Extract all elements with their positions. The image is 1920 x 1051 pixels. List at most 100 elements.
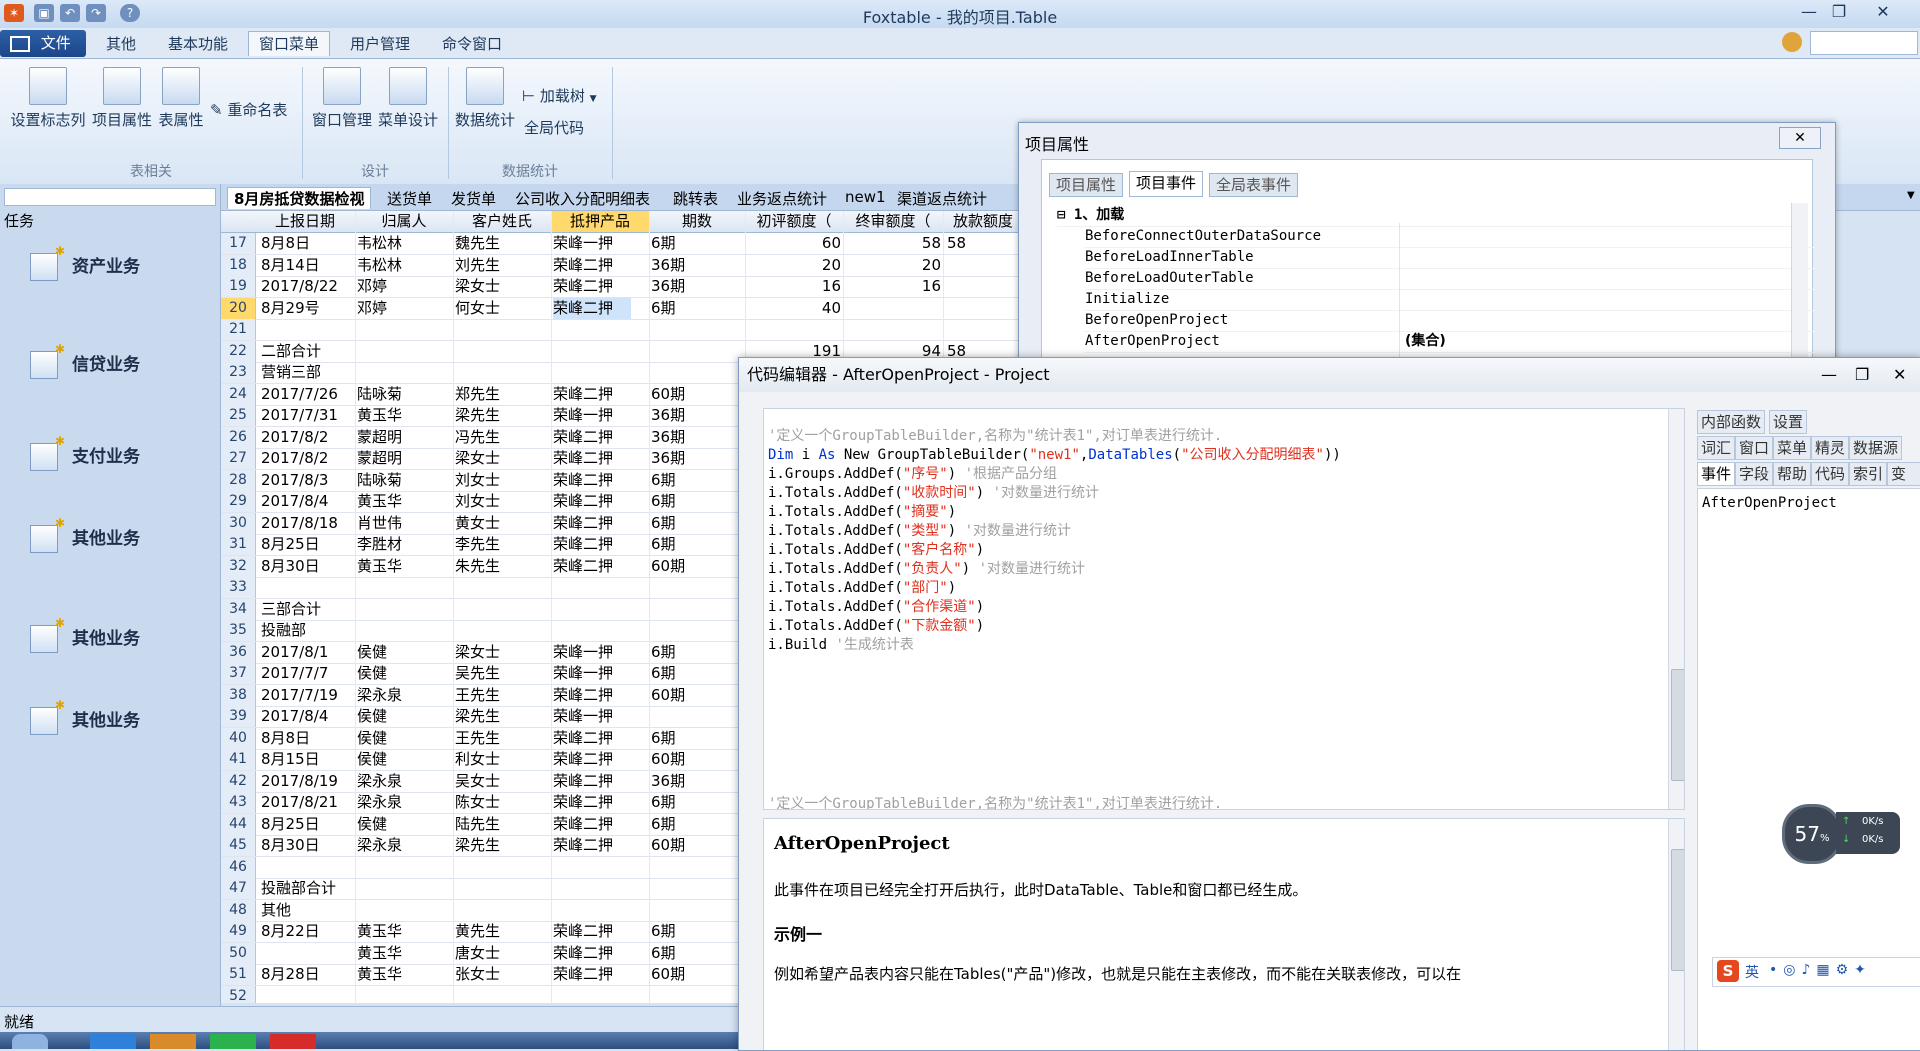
row-number[interactable]: 43 bbox=[221, 792, 256, 813]
table-row[interactable]: 21 bbox=[221, 319, 1021, 341]
table-cell[interactable]: 60期 bbox=[651, 749, 685, 770]
table-cell[interactable]: 6期 bbox=[651, 470, 676, 491]
table-cell[interactable]: 荣峰二押 bbox=[553, 297, 631, 319]
row-number[interactable]: 51 bbox=[221, 964, 256, 985]
table-cell[interactable]: 8月15日 bbox=[261, 749, 320, 770]
table-cell[interactable]: 梁先生 bbox=[455, 405, 500, 426]
table-cell[interactable]: 2017/8/2 bbox=[261, 427, 328, 448]
file-menu-button[interactable]: 文件 ▼ bbox=[0, 30, 86, 78]
table-cell[interactable]: 邓婷 bbox=[357, 298, 387, 319]
row-number[interactable]: 18 bbox=[221, 254, 256, 276]
table-cell[interactable]: 2017/8/18 bbox=[261, 513, 338, 534]
table-cell[interactable]: 侯健 bbox=[357, 706, 387, 727]
table-cell[interactable]: 荣峰二押 bbox=[553, 448, 613, 469]
table-cell[interactable]: 陈女士 bbox=[455, 792, 500, 813]
table-cell[interactable]: 荣峰一押 bbox=[553, 233, 613, 254]
tab-project-events[interactable]: 项目事件 bbox=[1129, 171, 1204, 197]
table-cell[interactable]: 40 bbox=[747, 298, 841, 319]
table-cell[interactable]: 黄玉华 bbox=[357, 943, 402, 964]
table-cell[interactable]: 荣峰二押 bbox=[553, 792, 613, 813]
row-number[interactable]: 31 bbox=[221, 534, 256, 555]
taskbar-app[interactable] bbox=[270, 1034, 316, 1049]
start-button[interactable] bbox=[12, 1034, 48, 1049]
row-number[interactable]: 41 bbox=[221, 749, 256, 770]
table-cell[interactable]: 6期 bbox=[651, 921, 676, 942]
event-row[interactable]: BeforeLoadOuterTable bbox=[1085, 268, 1815, 290]
table-cell[interactable]: 邓婷 bbox=[357, 276, 387, 297]
table-cell[interactable]: 6期 bbox=[651, 642, 676, 663]
tab-command[interactable]: 命令窗口 bbox=[432, 32, 512, 56]
table-cell[interactable]: 黄女士 bbox=[455, 513, 500, 534]
table-cell[interactable]: 梁先生 bbox=[455, 835, 500, 856]
table-cell[interactable]: 2017/7/7 bbox=[261, 663, 328, 684]
table-cell[interactable]: 朱先生 bbox=[455, 556, 500, 577]
table-cell[interactable]: 其他 bbox=[261, 900, 291, 921]
tab-global-table-events[interactable]: 全局表事件 bbox=[1209, 173, 1299, 197]
maximize-button[interactable]: ❐ bbox=[1824, 2, 1854, 22]
table-cell[interactable]: 陆咏菊 bbox=[357, 470, 402, 491]
tab-user-mgmt[interactable]: 用户管理 bbox=[340, 32, 420, 56]
table-cell[interactable]: 6期 bbox=[651, 513, 676, 534]
row-number[interactable]: 30 bbox=[221, 512, 256, 534]
scroll-thumb[interactable] bbox=[1671, 849, 1684, 971]
table-cell[interactable]: 8月25日 bbox=[261, 814, 320, 835]
row-number[interactable]: 39 bbox=[221, 706, 256, 727]
row-number[interactable]: 40 bbox=[221, 727, 256, 749]
table-cell[interactable]: 黄玉华 bbox=[357, 921, 402, 942]
table-cell[interactable]: 投融部 bbox=[261, 620, 306, 641]
task-item-assets[interactable]: 资产业务 bbox=[30, 244, 140, 281]
column-header[interactable]: 归属人 bbox=[355, 211, 454, 233]
table-cell[interactable]: 8月8日 bbox=[261, 728, 310, 749]
table-cell[interactable]: 荣峰二押 bbox=[553, 964, 613, 985]
table-cell[interactable]: 6期 bbox=[651, 491, 676, 512]
side-tab[interactable]: 数据源 bbox=[1849, 436, 1903, 460]
table-cell[interactable]: 侯健 bbox=[357, 749, 387, 770]
dialog-scrollbar[interactable] bbox=[1791, 203, 1808, 363]
row-number[interactable]: 28 bbox=[221, 469, 256, 491]
table-cell[interactable]: 36期 bbox=[651, 448, 685, 469]
table-cell[interactable]: 荣峰二押 bbox=[553, 943, 613, 964]
table-cell[interactable]: 58 bbox=[947, 233, 966, 254]
row-number[interactable]: 36 bbox=[221, 641, 256, 663]
side-tab[interactable]: 帮助 bbox=[1773, 462, 1812, 486]
table-cell[interactable]: 荣峰二押 bbox=[553, 685, 613, 706]
taskbar-app[interactable] bbox=[210, 1034, 256, 1049]
table-cell[interactable]: 荣峰一押 bbox=[553, 642, 613, 663]
network-speed-widget[interactable]: 57% ↑ 0K/s ↓ 0K/s bbox=[1782, 804, 1902, 864]
project-properties-button[interactable]: 项目属性 bbox=[90, 67, 154, 130]
table-cell[interactable]: 36期 bbox=[651, 276, 685, 297]
grid-corner[interactable] bbox=[221, 211, 256, 233]
table-cell[interactable]: 梁女士 bbox=[455, 448, 500, 469]
column-header[interactable]: 期数 bbox=[649, 211, 746, 233]
ime-tool-icons[interactable]: •◎♪▦⚙✦ bbox=[1769, 962, 1872, 978]
table-cell[interactable]: 刘女士 bbox=[455, 491, 500, 512]
table-cell[interactable]: 荣峰二押 bbox=[553, 276, 613, 297]
table-cell[interactable]: 2017/8/4 bbox=[261, 706, 328, 727]
row-number[interactable]: 37 bbox=[221, 663, 256, 684]
table-cell[interactable]: 王先生 bbox=[455, 685, 500, 706]
row-number[interactable]: 22 bbox=[221, 340, 256, 362]
event-row[interactable]: BeforeOpenProject bbox=[1085, 310, 1815, 332]
row-number[interactable]: 27 bbox=[221, 448, 256, 469]
row-number[interactable]: 17 bbox=[221, 233, 256, 254]
table-cell[interactable]: 36期 bbox=[651, 771, 685, 792]
side-tab[interactable]: 内部函数 bbox=[1697, 410, 1766, 434]
table-cell[interactable]: 魏先生 bbox=[455, 233, 500, 254]
table-cell[interactable]: 荣峰二押 bbox=[553, 835, 613, 856]
table-cell[interactable]: 韦松林 bbox=[357, 255, 402, 276]
event-row[interactable]: BeforeConnectOuterDataSource bbox=[1085, 226, 1815, 248]
column-header[interactable]: 上报日期 bbox=[255, 211, 356, 233]
table-cell[interactable]: 8月8日 bbox=[261, 233, 310, 254]
event-row[interactable]: BeforeLoadInnerTable bbox=[1085, 247, 1815, 269]
table-tab[interactable]: 跳转表 bbox=[673, 188, 718, 209]
table-cell[interactable]: 60期 bbox=[651, 556, 685, 577]
table-cell[interactable]: 2017/8/4 bbox=[261, 491, 328, 512]
code-scrollbar[interactable] bbox=[1668, 409, 1684, 809]
table-cell[interactable]: 黄玉华 bbox=[357, 964, 402, 985]
table-cell[interactable]: 荣峰二押 bbox=[553, 749, 613, 770]
table-cell[interactable]: 58 bbox=[847, 233, 941, 254]
table-row[interactable]: 20 8月29号 邓婷 何女士 荣峰二押 6期 40 bbox=[221, 297, 1021, 320]
side-tab[interactable]: 字段 bbox=[1735, 462, 1774, 486]
table-cell[interactable]: 36期 bbox=[651, 255, 685, 276]
row-number[interactable]: 48 bbox=[221, 899, 256, 921]
